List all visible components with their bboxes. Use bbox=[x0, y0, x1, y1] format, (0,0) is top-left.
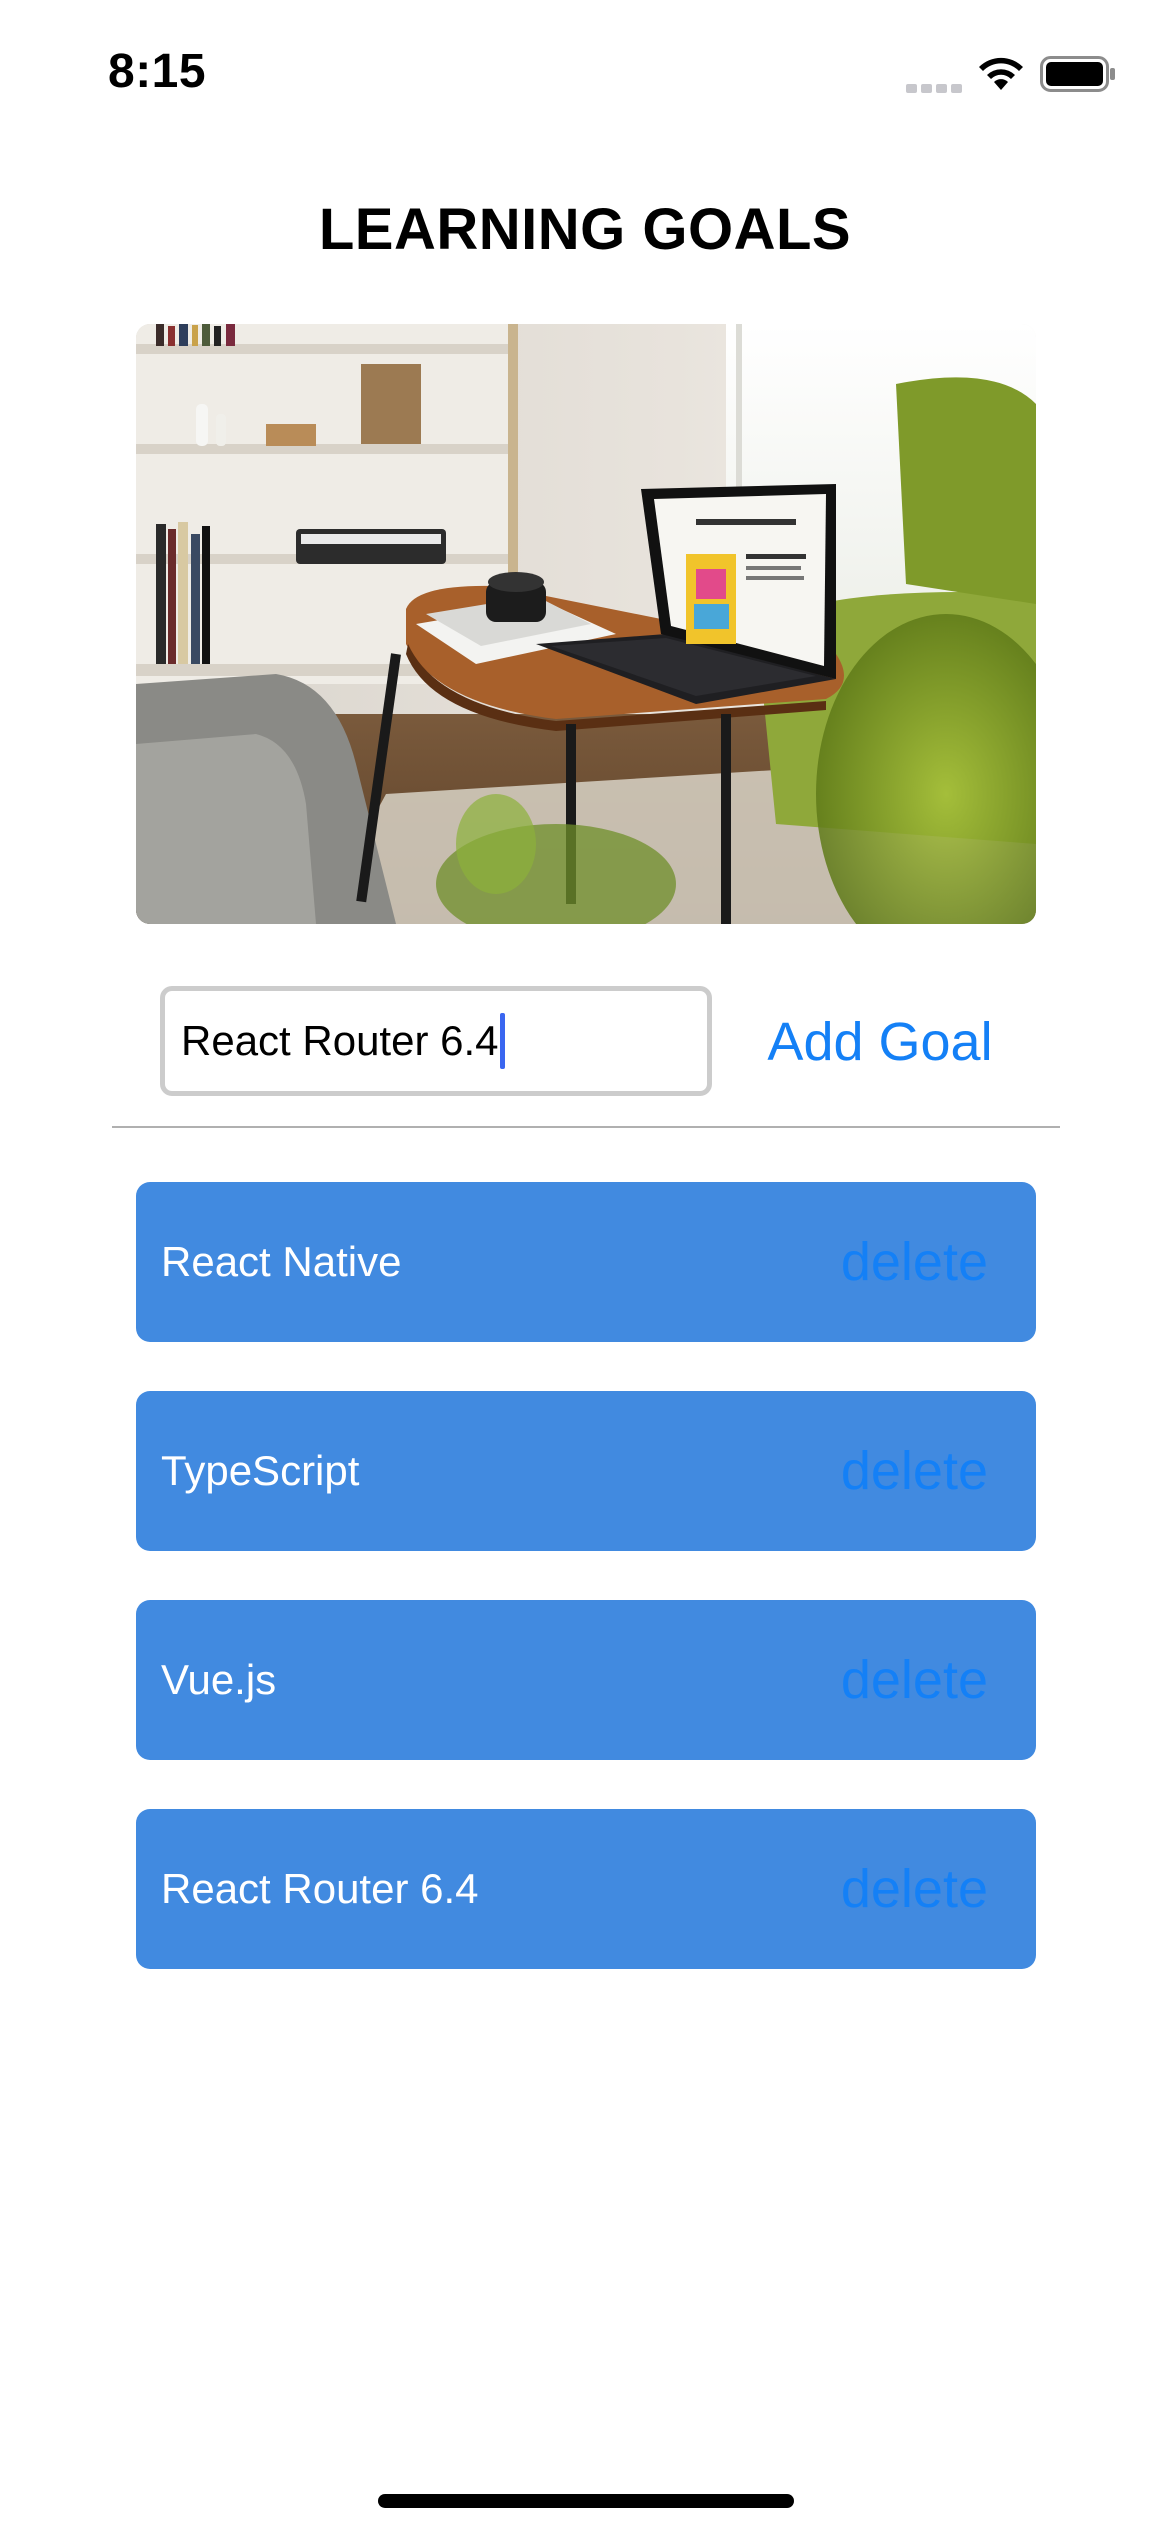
delete-goal-button[interactable]: delete bbox=[841, 1809, 988, 1969]
cellular-signal-icon bbox=[906, 84, 962, 96]
goal-label: React Native bbox=[161, 1238, 402, 1285]
status-time: 8:15 bbox=[108, 45, 207, 98]
goal-input[interactable]: React Router 6.4 bbox=[160, 986, 712, 1096]
goal-list-item[interactable]: TypeScript delete bbox=[136, 1391, 1036, 1551]
page-title: LEARNING GOALS bbox=[318, 197, 852, 262]
goal-list: React Native delete TypeScript delete Vu… bbox=[136, 1182, 1036, 2018]
divider bbox=[112, 1126, 1060, 1128]
goal-label: TypeScript bbox=[161, 1447, 360, 1494]
wifi-icon bbox=[979, 57, 1023, 90]
goal-list-item[interactable]: Vue.js delete bbox=[136, 1600, 1036, 1760]
goal-input-value: React Router 6.4 bbox=[181, 1017, 499, 1064]
home-indicator[interactable] bbox=[378, 2494, 794, 2508]
battery-icon bbox=[1040, 56, 1115, 92]
living-room-photo bbox=[136, 324, 1036, 924]
delete-goal-button[interactable]: delete bbox=[841, 1182, 988, 1342]
goal-label: React Router 6.4 bbox=[161, 1865, 479, 1912]
hero-image bbox=[136, 324, 1036, 924]
add-goal-button[interactable]: Add Goal bbox=[750, 1000, 1010, 1084]
goal-list-item[interactable]: React Router 6.4 delete bbox=[136, 1809, 1036, 1969]
goal-label: Vue.js bbox=[161, 1656, 277, 1703]
app-screen: 8:15 LEARNING GOALS React Router 6.4 Add… bbox=[0, 0, 1170, 2532]
status-bar: 8:15 bbox=[0, 0, 1170, 150]
goal-list-item[interactable]: React Native delete bbox=[136, 1182, 1036, 1342]
delete-goal-button[interactable]: delete bbox=[841, 1391, 988, 1551]
text-caret bbox=[499, 1013, 505, 1069]
delete-goal-button[interactable]: delete bbox=[841, 1600, 988, 1760]
